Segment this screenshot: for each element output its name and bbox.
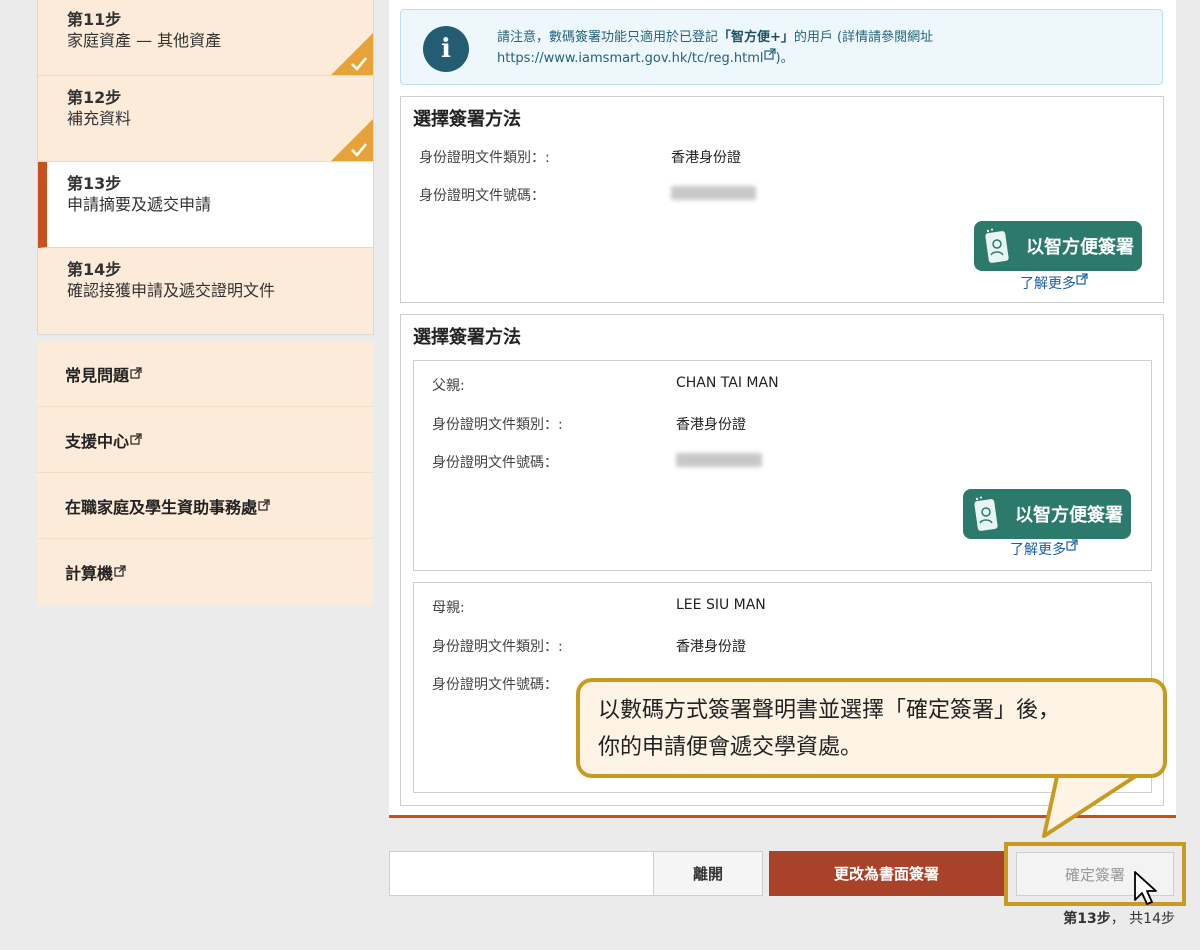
notice-end: )。 — [775, 51, 794, 66]
link-label: 計算機 — [65, 564, 114, 583]
step-pager: 第13步， 共14步 — [1063, 908, 1175, 928]
doc-type-value: 香港身份證 — [676, 639, 746, 655]
link-label: 支援中心 — [65, 431, 130, 451]
link-wfsfaa[interactable]: 在職家庭及學生資助事務處 — [37, 473, 373, 539]
iamsmart-phone-icon — [974, 496, 998, 531]
link-label: 在職家庭及學生資助事務處 — [65, 497, 258, 517]
external-link-icon — [1066, 539, 1078, 551]
doc-no-value-redacted — [676, 453, 762, 467]
empty-slot — [389, 851, 654, 896]
step-11[interactable]: 第11步 家庭資產 — 其他資產 — [38, 0, 373, 76]
step-number: 第11步 — [67, 10, 122, 29]
doc-no-label: 身份證明文件號碼： — [419, 188, 545, 204]
pager-current: 第13步 — [1063, 911, 1111, 927]
step-title: 補充資料 — [67, 109, 132, 128]
external-link-icon — [130, 366, 142, 379]
external-link-icon — [763, 48, 776, 60]
link-faq[interactable]: 常見問題 — [37, 341, 373, 407]
step-13-current[interactable]: 第13步 申請摘要及遞交申請 — [38, 162, 373, 248]
step-14[interactable]: 第14步 確認接獲申請及遞交證明文件 — [38, 248, 373, 334]
card-title: 選擇簽署方法 — [413, 327, 521, 348]
notice-text: 請注意，數碼簽署功能只適用於已登記「智方便+」的用戶 (詳情請參閱網址 http… — [497, 27, 1137, 69]
doc-type-value: 香港身份證 — [676, 417, 746, 433]
step-title: 申請摘要及遞交申請 — [67, 195, 212, 214]
doc-no-value-redacted — [671, 186, 756, 200]
doc-type-label: 身份證明文件類別：: — [432, 639, 563, 655]
step-title: 家庭資產 — 其他資產 — [67, 31, 222, 50]
iamsmart-button-label: 以智方便簽署 — [1015, 505, 1123, 526]
instruction-callout: 以數碼方式簽署聲明書並選擇「確定簽署」後， 你的申請便會遞交學資處。 — [576, 678, 1167, 778]
info-notice: i 請注意，數碼簽署功能只適用於已登記「智方便+」的用戶 (詳情請參閱網址 ht… — [400, 9, 1163, 85]
external-link-icon — [114, 565, 126, 577]
doc-no-label: 身份證明文件號碼： — [432, 455, 558, 471]
card-title: 選擇簽署方法 — [413, 109, 521, 130]
notice-suffix: 的用戶 (詳情請參閱網址 — [793, 30, 934, 45]
change-to-paper-signature-button[interactable]: 更改為書面簽署 — [769, 851, 1004, 896]
completed-check-icon — [331, 33, 373, 75]
info-icon: i — [423, 26, 469, 72]
callout-line-1: 以數碼方式簽署聲明書並選擇「確定簽署」後， — [598, 698, 1061, 723]
mouse-cursor-icon — [1134, 871, 1157, 905]
pager-separator: ， — [1110, 911, 1125, 927]
relation-label: 母親: — [432, 600, 465, 616]
learn-more-label: 了解更多 — [1010, 542, 1066, 558]
doc-type-label: 身份證明文件類別：: — [419, 150, 550, 166]
external-link-icon — [258, 498, 270, 511]
step-number: 第13步 — [67, 174, 122, 193]
step-number: 第12步 — [67, 88, 122, 107]
iamsmart-phone-icon — [985, 228, 1009, 263]
sign-with-iamsmart-button[interactable]: 以智方便簽署 — [974, 221, 1142, 271]
signing-method-card-applicant: 選擇簽署方法 身份證明文件類別：: 香港身份證 身份證明文件號碼： 以智方便簽署… — [400, 96, 1164, 303]
father-panel: 父親: CHAN TAI MAN 身份證明文件類別：: 香港身份證 身份證明文件… — [413, 360, 1152, 571]
step-title: 確認接獲申請及遞交證明文件 — [67, 281, 276, 300]
step-12[interactable]: 第12步 補充資料 — [38, 76, 373, 162]
learn-more-link[interactable]: 了解更多 — [1010, 539, 1078, 559]
learn-more-link[interactable]: 了解更多 — [1020, 273, 1088, 293]
step-list: 第11步 家庭資產 — 其他資產 第12步 補充資料 第13步 申請摘要及遞交申… — [37, 0, 374, 335]
learn-more-label: 了解更多 — [1020, 276, 1076, 292]
relation-label: 父親: — [432, 378, 465, 394]
iamsmart-button-label: 以智方便簽署 — [1026, 237, 1134, 258]
completed-check-icon — [331, 119, 373, 161]
pager-total: 共14步 — [1129, 911, 1175, 927]
link-calculator[interactable]: 計算機 — [37, 539, 373, 605]
notice-url-link[interactable]: https://www.iamsmart.gov.hk/tc/reg.html — [497, 51, 764, 66]
link-support-centre[interactable]: 支援中心 — [37, 407, 373, 473]
leave-button[interactable]: 離開 — [653, 851, 763, 896]
notice-iamsmart-plus: 「智方便+」 — [718, 30, 794, 45]
sign-with-iamsmart-button[interactable]: 以智方便簽署 — [963, 489, 1131, 539]
doc-no-label: 身份證明文件號碼： — [432, 677, 558, 693]
doc-type-value: 香港身份證 — [671, 150, 741, 166]
callout-line-2: 你的申請便會遞交學資處。 — [598, 735, 863, 760]
external-link-icon — [130, 432, 142, 445]
doc-type-label: 身份證明文件類別：: — [432, 417, 563, 433]
father-name: CHAN TAI MAN — [676, 375, 779, 391]
sidebar-links: 常見問題 支援中心 在職家庭及學生資助事務處 計算機 — [37, 341, 373, 605]
notice-prefix: 請注意，數碼簽署功能只適用於已登記 — [497, 30, 719, 45]
callout-tail — [1042, 770, 1146, 838]
step-number: 第14步 — [67, 260, 122, 279]
external-link-icon — [1076, 273, 1088, 285]
link-label: 常見問題 — [65, 365, 130, 385]
mother-name: LEE SIU MAN — [676, 597, 766, 613]
